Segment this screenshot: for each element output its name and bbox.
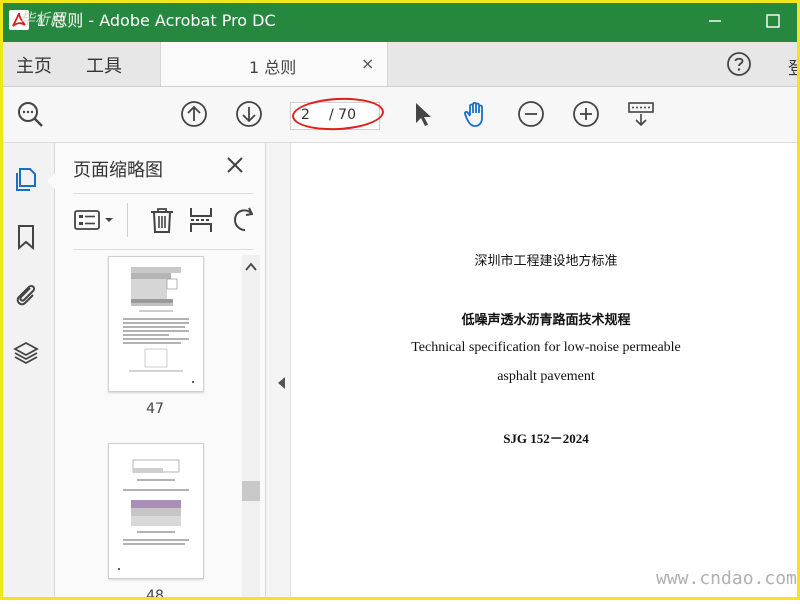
- document-standard-number: SJG 152－2024: [503, 431, 589, 446]
- collapse-panel-icon[interactable]: [278, 377, 285, 389]
- title-bar: 1 总则 - Adobe Acrobat Pro DC: [0, 0, 800, 42]
- window-title: 1 总则 - Adobe Acrobat Pro DC: [36, 11, 276, 30]
- document-title-english-line2: asphalt pavement: [497, 369, 595, 384]
- nav-tools[interactable]: 工具: [86, 52, 122, 78]
- panel-divider: [73, 193, 253, 194]
- delete-icon[interactable]: [147, 205, 177, 235]
- document-standard-category: 深圳市工程建设地方标准: [474, 254, 618, 269]
- main-toolbar: 2 / 70: [0, 87, 800, 143]
- document-view[interactable]: 深圳市工程建设地方标准 低噪声透水沥青路面技术规程 Technical spec…: [290, 143, 800, 600]
- rotate-page-icon[interactable]: [229, 205, 253, 235]
- panel-divider: [73, 249, 253, 250]
- panel-title: 页面缩略图: [73, 160, 163, 181]
- nav-home[interactable]: 主页: [16, 52, 52, 78]
- thumbnail-page-number: 48: [146, 588, 164, 604]
- maximize-button[interactable]: [762, 10, 784, 32]
- thumbnail-scrollbar[interactable]: [242, 255, 260, 600]
- select-cursor-icon[interactable]: [408, 99, 438, 129]
- page-up-icon[interactable]: [179, 99, 209, 129]
- tab-bar: 主页 工具 1 总则 × 登: [0, 42, 800, 87]
- scrollbar-thumb[interactable]: [242, 481, 260, 501]
- attachments-icon[interactable]: [12, 280, 40, 308]
- keyboard-scroll-icon[interactable]: [626, 99, 656, 129]
- document-title-english-line1: Technical specification for low-noise pe…: [411, 340, 681, 355]
- close-panel-icon[interactable]: [225, 155, 245, 175]
- page-thumbnails-icon[interactable]: [12, 165, 40, 193]
- search-icon[interactable]: [15, 99, 45, 129]
- bookmarks-icon[interactable]: [12, 223, 40, 251]
- document-tab[interactable]: 1 总则 ×: [160, 42, 388, 86]
- page-thumbnail[interactable]: [108, 443, 204, 579]
- layers-icon[interactable]: [12, 339, 40, 367]
- help-icon[interactable]: [726, 51, 752, 77]
- panel-splitter[interactable]: [266, 143, 290, 600]
- page-down-icon[interactable]: [234, 99, 264, 129]
- thumbnail-options-icon[interactable]: [73, 205, 117, 235]
- document-tab-label: 1 总则: [249, 58, 297, 77]
- close-tab-button[interactable]: ×: [361, 54, 374, 73]
- watermark-logo-text: 毕析网: [20, 10, 66, 28]
- minimize-button[interactable]: [704, 10, 726, 32]
- scroll-up-icon[interactable]: [244, 259, 258, 273]
- zoom-out-icon[interactable]: [516, 99, 546, 129]
- navigation-rail: [0, 143, 55, 600]
- toolbar-divider: [127, 203, 128, 237]
- sign-in-link[interactable]: 登: [788, 54, 800, 79]
- active-panel-pointer: [47, 172, 56, 190]
- page-thumbnails-panel: 页面缩略图 47 48: [55, 143, 266, 604]
- page-thumbnail[interactable]: [108, 256, 204, 392]
- zoom-in-icon[interactable]: [571, 99, 601, 129]
- hand-tool-icon[interactable]: [461, 99, 491, 129]
- thumbnail-page-number: 47: [146, 401, 164, 417]
- document-title-chinese: 低噪声透水沥青路面技术规程: [461, 313, 631, 328]
- site-watermark: www.cndao.com: [656, 568, 797, 589]
- insert-page-icon[interactable]: [188, 205, 214, 235]
